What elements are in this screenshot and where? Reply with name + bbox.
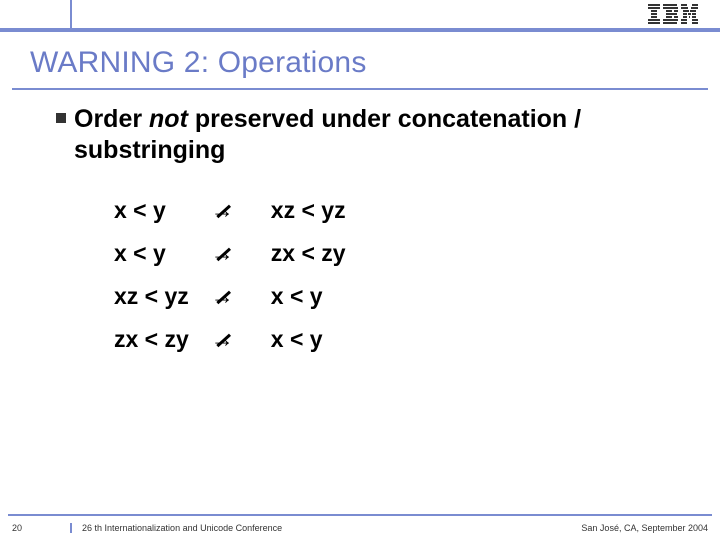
bullet-text: Order not preserved under concatenation … [74, 104, 700, 167]
not-implies-icon: → [211, 328, 234, 351]
rhs-cell: zx < zy [271, 232, 368, 275]
slide-body: Order not preserved under concatenation … [0, 90, 720, 540]
square-bullet-icon [56, 113, 66, 123]
arrow-cell: → [211, 232, 271, 275]
rhs-cell: xz < yz [271, 189, 368, 232]
arrow-cell: → [211, 189, 271, 232]
arrow-cell: → [211, 318, 271, 361]
page-number: 20 [12, 523, 70, 533]
top-bar [0, 0, 720, 28]
slide-title: WARNING 2: Operations [0, 32, 720, 88]
implication-table: x < y → xz < yz x < y → zx < zy xz < yz … [114, 189, 368, 361]
lhs-cell: x < y [114, 189, 211, 232]
top-divider [70, 0, 72, 28]
table-row: x < y → zx < zy [114, 232, 368, 275]
footer-row: 20 26 th Internationalization and Unicod… [0, 516, 720, 540]
not-implies-icon: → [211, 285, 234, 308]
not-implies-icon: → [211, 199, 234, 222]
table-row: x < y → xz < yz [114, 189, 368, 232]
footer: 20 26 th Internationalization and Unicod… [0, 514, 720, 540]
footer-left: 26 th Internationalization and Unicode C… [70, 523, 581, 533]
slide: WARNING 2: Operations Order not preserve… [0, 0, 720, 540]
bullet-prefix: Order [74, 105, 149, 133]
lhs-cell: x < y [114, 232, 211, 275]
arrow-cell: → [211, 275, 271, 318]
table-row: zx < zy → x < y [114, 318, 368, 361]
rhs-cell: x < y [271, 275, 368, 318]
table-row: xz < yz → x < y [114, 275, 368, 318]
footer-right: San José, CA, September 2004 [581, 523, 708, 533]
ibm-logo-icon [648, 4, 698, 24]
bullet-emph: not [149, 105, 188, 133]
lhs-cell: xz < yz [114, 275, 211, 318]
rhs-cell: x < y [271, 318, 368, 361]
bullet-row: Order not preserved under concatenation … [56, 104, 700, 167]
not-implies-icon: → [211, 242, 234, 265]
lhs-cell: zx < zy [114, 318, 211, 361]
